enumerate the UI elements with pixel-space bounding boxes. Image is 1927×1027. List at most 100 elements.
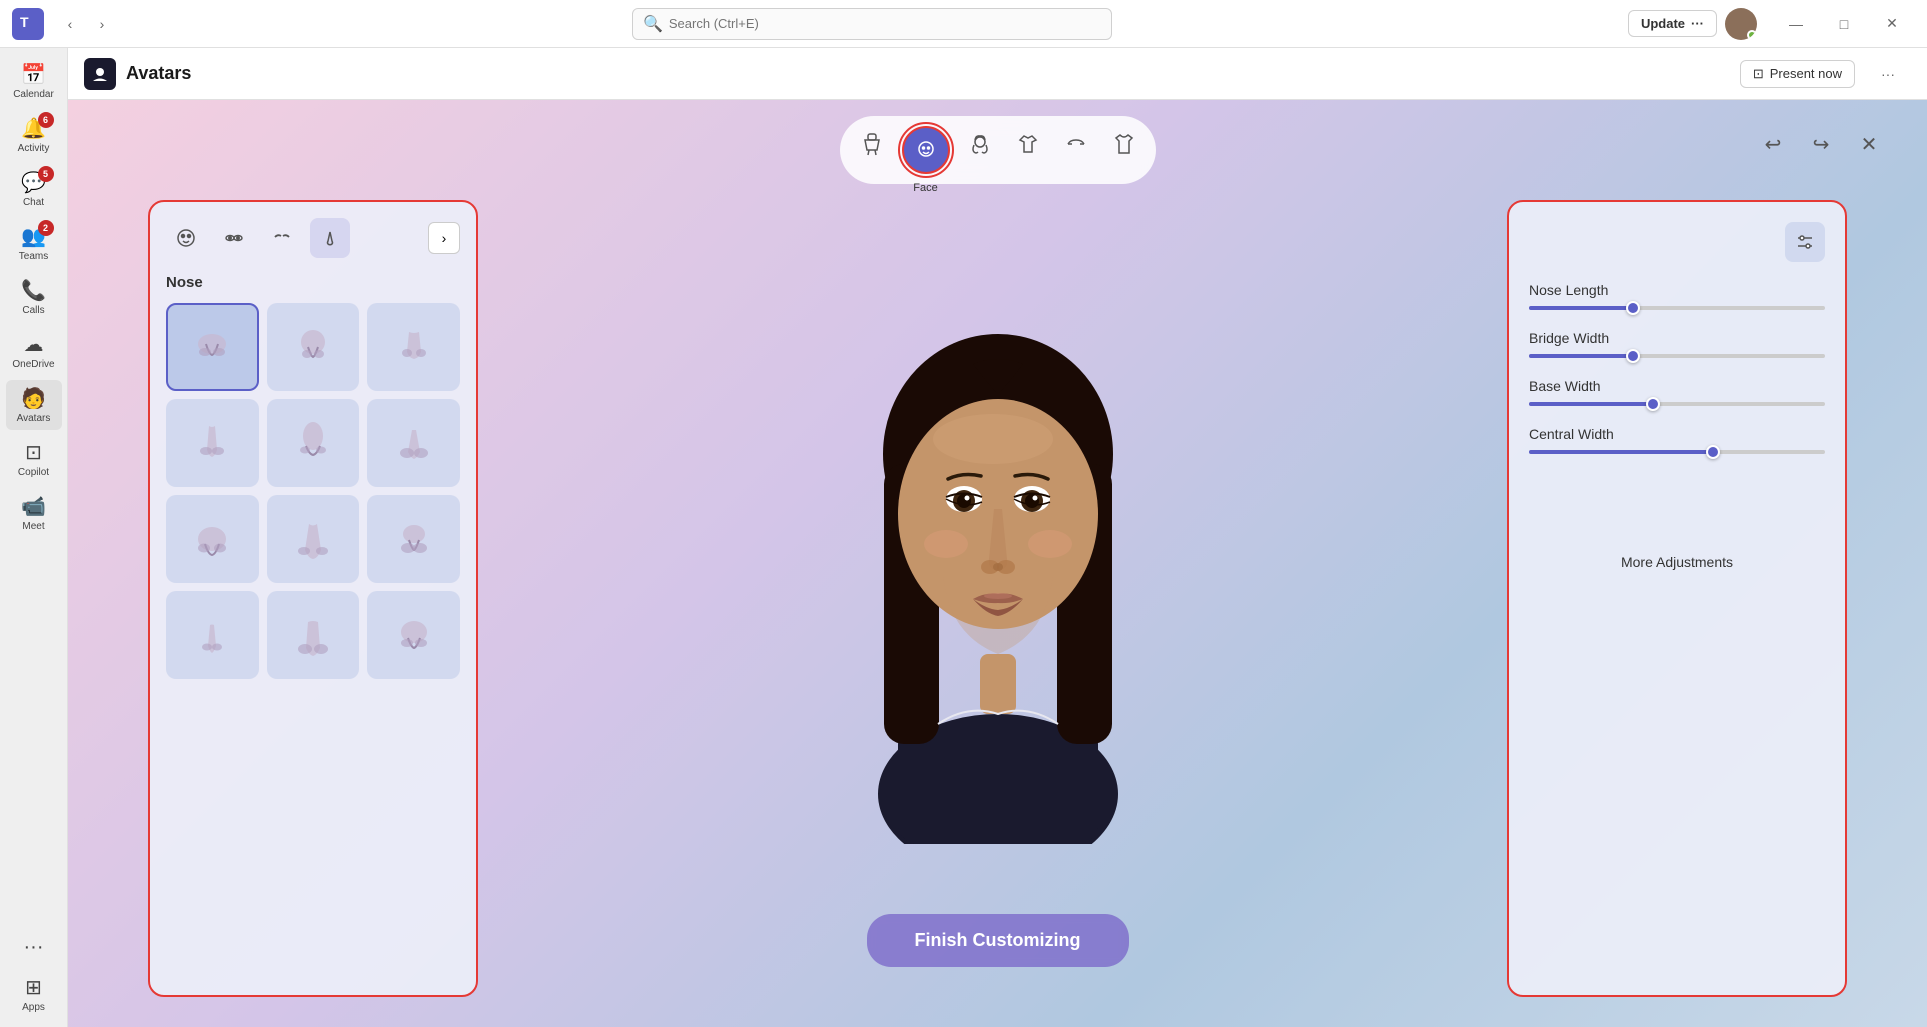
more-icon: ··· bbox=[24, 936, 44, 959]
face-tab-next[interactable]: › bbox=[428, 222, 460, 254]
nose-grid bbox=[166, 303, 460, 679]
sidebar-item-teams[interactable]: 👥 2 Teams bbox=[6, 218, 62, 268]
adjust-settings-button[interactable] bbox=[1785, 222, 1825, 262]
maximize-button[interactable]: □ bbox=[1821, 8, 1867, 40]
sidebar-label-onedrive: OneDrive bbox=[12, 359, 54, 370]
nose-length-track[interactable] bbox=[1529, 306, 1825, 310]
update-dots: ··· bbox=[1691, 16, 1704, 31]
apps-icon: ⊞ bbox=[25, 975, 42, 1000]
sidebar-item-copilot[interactable]: ⊡ Copilot bbox=[6, 434, 62, 484]
avatar-svg bbox=[798, 284, 1198, 844]
logo-text: T bbox=[18, 11, 38, 36]
sidebar-label-teams: Teams bbox=[19, 251, 48, 262]
more-adjustments-button[interactable]: More Adjustments bbox=[1529, 534, 1825, 570]
sidebar-label-apps: Apps bbox=[22, 1002, 45, 1013]
finish-customizing-button[interactable]: Finish Customizing bbox=[867, 914, 1129, 967]
online-indicator bbox=[1747, 30, 1757, 40]
bridge-width-fill bbox=[1529, 354, 1633, 358]
bridge-width-label: Bridge Width bbox=[1529, 330, 1825, 346]
bridge-width-section: Bridge Width bbox=[1529, 330, 1825, 358]
base-width-thumb[interactable] bbox=[1646, 397, 1660, 411]
nose-item-10[interactable] bbox=[166, 591, 259, 679]
bridge-width-track[interactable] bbox=[1529, 354, 1825, 358]
chat-badge: 5 bbox=[38, 166, 54, 182]
sidebar-label-avatars: Avatars bbox=[17, 413, 51, 424]
base-width-section: Base Width bbox=[1529, 378, 1825, 406]
avatar-area: Face bbox=[68, 100, 1927, 1027]
nose-section-title: Nose bbox=[166, 274, 460, 291]
sidebar-item-onedrive[interactable]: ☁ OneDrive bbox=[6, 326, 62, 376]
update-label: Update bbox=[1641, 16, 1685, 31]
nose-length-thumb[interactable] bbox=[1626, 301, 1640, 315]
close-button[interactable]: ✕ bbox=[1869, 8, 1915, 40]
face-tab-brows[interactable] bbox=[262, 218, 302, 258]
nose-item-3[interactable] bbox=[367, 303, 460, 391]
central-width-thumb[interactable] bbox=[1706, 445, 1720, 459]
sidebar-item-calendar[interactable]: 📅 Calendar bbox=[6, 56, 62, 106]
sidebar-item-calls[interactable]: 📞 Calls bbox=[6, 272, 62, 322]
update-button[interactable]: Update ··· bbox=[1628, 10, 1717, 37]
meet-icon: 📹 bbox=[21, 494, 46, 519]
nose-length-label: Nose Length bbox=[1529, 282, 1825, 298]
sidebar-label-chat: Chat bbox=[23, 197, 44, 208]
toolbar-body-button[interactable] bbox=[850, 122, 894, 166]
sidebar-label-activity: Activity bbox=[18, 143, 50, 154]
app-more-button[interactable]: ··· bbox=[1865, 58, 1911, 90]
nose-length-section: Nose Length bbox=[1529, 282, 1825, 310]
present-now-button[interactable]: ⊡ Present now bbox=[1740, 60, 1855, 88]
adjust-header bbox=[1529, 222, 1825, 262]
toolbar-outfit-button[interactable] bbox=[1006, 122, 1050, 166]
central-width-section: Central Width bbox=[1529, 426, 1825, 454]
sidebar-item-meet[interactable]: 📹 Meet bbox=[6, 488, 62, 538]
nose-item-2[interactable] bbox=[267, 303, 360, 391]
face-tab-shape[interactable] bbox=[166, 218, 206, 258]
central-width-track[interactable] bbox=[1529, 450, 1825, 454]
sidebar-item-apps[interactable]: ⊞ Apps bbox=[6, 969, 62, 1019]
base-width-track[interactable] bbox=[1529, 402, 1825, 406]
sidebar-item-activity[interactable]: 🔔 6 Activity bbox=[6, 110, 62, 160]
close-customization-button[interactable]: ✕ bbox=[1851, 126, 1887, 162]
search-icon: 🔍 bbox=[643, 14, 663, 34]
face-tab-nose[interactable] bbox=[310, 218, 350, 258]
nose-item-11[interactable] bbox=[267, 591, 360, 679]
face-tab-eyes[interactable] bbox=[214, 218, 254, 258]
search-input[interactable] bbox=[669, 16, 1101, 31]
nose-item-12[interactable] bbox=[367, 591, 460, 679]
sidebar-label-copilot: Copilot bbox=[18, 467, 49, 478]
toolbar-clothing-button[interactable] bbox=[1102, 122, 1146, 166]
app-header: Avatars ⊡ Present now ··· bbox=[68, 48, 1927, 100]
onedrive-icon: ☁ bbox=[24, 332, 44, 357]
sidebar-label-calendar: Calendar bbox=[13, 89, 54, 100]
sidebar-item-avatars[interactable]: 🧑 Avatars bbox=[6, 380, 62, 430]
nose-item-1[interactable] bbox=[166, 303, 259, 391]
nose-item-5[interactable] bbox=[267, 399, 360, 487]
forward-button[interactable]: › bbox=[88, 10, 116, 38]
nose-item-9[interactable] bbox=[367, 495, 460, 583]
undo-button[interactable]: ↩ bbox=[1755, 126, 1791, 162]
avatar-center bbox=[748, 100, 1248, 1027]
sidebar-label-calls: Calls bbox=[22, 305, 44, 316]
toolbar-hair-button[interactable] bbox=[958, 122, 1002, 166]
nose-item-4[interactable] bbox=[166, 399, 259, 487]
nose-item-6[interactable] bbox=[367, 399, 460, 487]
sidebar-item-more[interactable]: ··· bbox=[6, 930, 62, 965]
base-width-fill bbox=[1529, 402, 1653, 406]
sidebar-item-chat[interactable]: 💬 5 Chat bbox=[6, 164, 62, 214]
toolbar-accessories-button[interactable] bbox=[1054, 122, 1098, 166]
toolbar-face-button[interactable] bbox=[902, 126, 950, 174]
nose-item-8[interactable] bbox=[267, 495, 360, 583]
user-avatar[interactable] bbox=[1725, 8, 1757, 40]
teams-badge: 2 bbox=[38, 220, 54, 236]
minimize-button[interactable]: — bbox=[1773, 8, 1819, 40]
right-panel: Nose Length Bridge Width Bas bbox=[1507, 200, 1847, 997]
calls-icon: 📞 bbox=[21, 278, 46, 303]
app-title: Avatars bbox=[126, 63, 191, 84]
redo-button[interactable]: ↪ bbox=[1803, 126, 1839, 162]
nose-item-7[interactable] bbox=[166, 495, 259, 583]
window-controls: — □ ✕ bbox=[1773, 8, 1915, 40]
copilot-icon: ⊡ bbox=[25, 440, 42, 465]
nav-buttons: ‹ › bbox=[56, 10, 116, 38]
face-tabs: › bbox=[166, 218, 460, 258]
bridge-width-thumb[interactable] bbox=[1626, 349, 1640, 363]
back-button[interactable]: ‹ bbox=[56, 10, 84, 38]
